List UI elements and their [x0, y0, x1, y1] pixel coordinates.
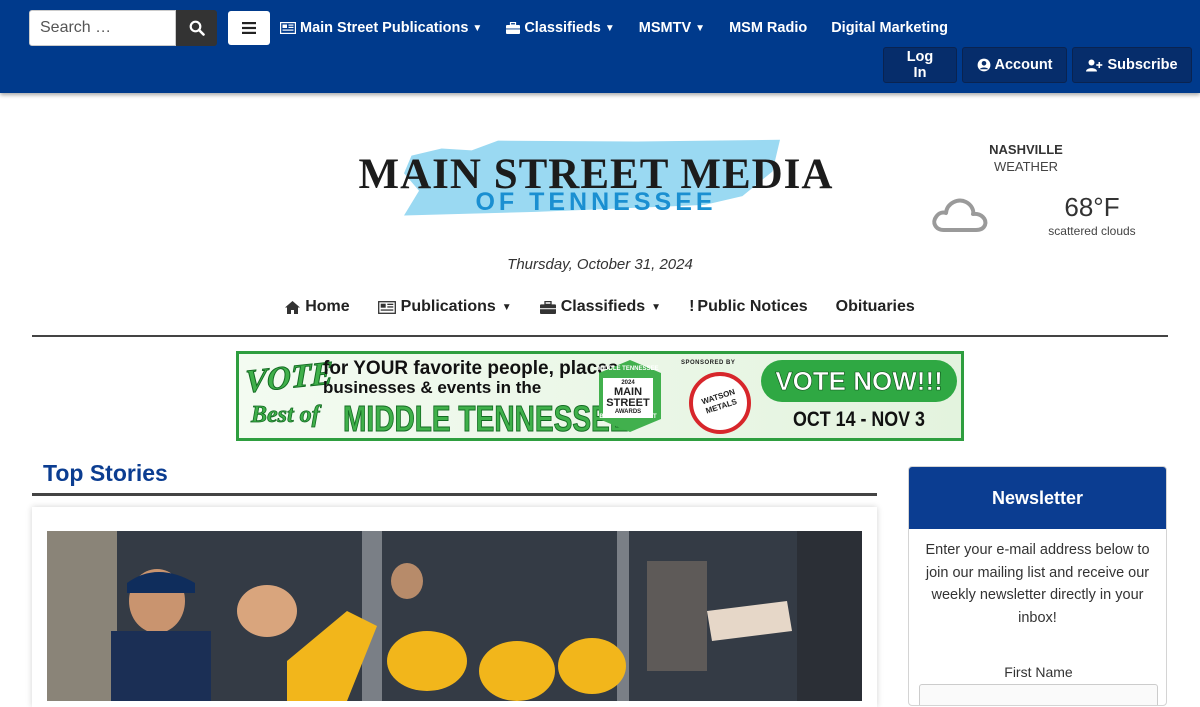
vote-now-button[interactable]: VOTE NOW!!! — [761, 360, 957, 402]
nav-label: Public Notices — [697, 298, 808, 315]
weather-description: scattered clouds — [1048, 224, 1136, 238]
weather-city: NASHVILLE — [989, 142, 1063, 157]
user-plus-icon — [1086, 59, 1103, 72]
banner-best-of: Best of — [251, 402, 320, 429]
top-bar: Main Street Publications ▼ Classifieds ▼… — [0, 0, 1200, 93]
logo-subtitle: OF TENNESSEE — [475, 188, 717, 216]
banner-vote: VOTE — [245, 355, 334, 401]
topnav-label: Digital Marketing — [831, 20, 949, 36]
newspaper-icon — [377, 300, 396, 314]
search-icon — [189, 20, 205, 36]
award-name: MAIN STREET — [606, 386, 650, 409]
top-nav: Main Street Publications ▼ Classifieds ▼… — [280, 18, 972, 38]
exclamation-icon: ! — [689, 298, 695, 315]
nav-divider — [32, 335, 1168, 337]
account-button[interactable]: Account — [962, 47, 1067, 83]
main-nav: Home Publications ▼ Classifieds ▼ ! Publ… — [0, 298, 1200, 316]
current-date: Thursday, October 31, 2024 — [507, 256, 693, 273]
award-top: MIDDLE TENNESSEE — [597, 366, 659, 372]
briefcase-icon — [506, 22, 521, 34]
topnav-main-street-publications[interactable]: Main Street Publications ▼ — [280, 20, 482, 36]
search-button[interactable] — [176, 10, 217, 46]
banner-line1: for YOUR favorite people, places, — [323, 358, 624, 379]
vote-dates: OCT 14 - NOV 3 — [793, 408, 925, 431]
nav-label: Obituaries — [835, 298, 915, 315]
nav-home[interactable]: Home — [285, 298, 350, 316]
nav-obituaries[interactable]: Obituaries — [836, 298, 915, 316]
nav-label: Publications — [400, 298, 496, 315]
subscribe-label: Subscribe — [1107, 57, 1178, 73]
story-image[interactable] — [47, 531, 862, 701]
topnav-label: Main Street Publications — [300, 20, 469, 36]
top-stories-divider — [32, 493, 877, 496]
weather-widget: NASHVILLE WEATHER 68°F scattered clouds — [920, 140, 1160, 250]
topnav-msmtv[interactable]: MSMTV ▼ — [639, 20, 705, 36]
site-logo[interactable]: MAIN STREET MEDIA OF TENNESSEE — [318, 138, 874, 230]
topnav-label: Classifieds — [524, 20, 601, 36]
newsletter-widget: Newsletter Enter your e-mail address bel… — [908, 466, 1167, 706]
newspaper-icon — [280, 22, 296, 34]
sponsor-seal: WATSON METALS — [689, 372, 751, 434]
briefcase-icon — [539, 300, 556, 314]
banner-ad[interactable]: VOTE Best of for YOUR favorite people, p… — [236, 351, 964, 441]
topnav-label: MSMTV — [638, 20, 692, 36]
nav-classifieds[interactable]: Classifieds ▼ — [539, 298, 662, 316]
caret-down-icon: ▼ — [695, 22, 706, 34]
nav-label: Home — [305, 298, 350, 315]
topnav-digital-marketing[interactable]: Digital Marketing — [831, 20, 948, 36]
nav-label: Classifieds — [560, 298, 646, 315]
login-button[interactable]: Log In — [883, 47, 957, 83]
award-best: BEST OF THE BEST — [599, 414, 657, 420]
caret-down-icon: ▼ — [604, 22, 615, 34]
search-form — [29, 10, 217, 46]
topnav-label: MSM Radio — [729, 20, 808, 36]
nav-public-notices[interactable]: ! Public Notices — [689, 298, 808, 316]
weather-label: WEATHER — [993, 159, 1059, 174]
nav-publications[interactable]: Publications ▼ — [377, 298, 512, 316]
newsletter-text: Enter your e-mail address below to join … — [925, 542, 1150, 626]
newsletter-title: Newsletter — [909, 467, 1166, 529]
caret-down-icon: ▼ — [472, 22, 483, 34]
weather-temperature: 68°F — [1064, 192, 1120, 222]
menu-toggle-button[interactable] — [228, 11, 270, 45]
account-label: Account — [994, 57, 1053, 73]
topnav-msm-radio[interactable]: MSM Radio — [729, 20, 807, 36]
search-input[interactable] — [29, 10, 176, 46]
sponsor-name: WATSON METALS — [700, 387, 739, 416]
first-name-label: First Name — [1004, 664, 1073, 680]
caret-down-icon: ▼ — [501, 301, 512, 313]
login-label: Log In — [906, 49, 934, 81]
hamburger-icon — [242, 22, 256, 34]
subscribe-button[interactable]: Subscribe — [1072, 47, 1192, 83]
cloud-icon — [930, 190, 990, 241]
user-circle-icon — [977, 58, 991, 72]
first-name-input[interactable] — [919, 684, 1158, 705]
story-card[interactable] — [32, 507, 877, 707]
banner-region: MIDDLE TENNESSEE — [343, 398, 629, 439]
home-icon — [285, 300, 301, 314]
sponsored-by: SPONSORED BY — [681, 360, 736, 366]
award-badge: MIDDLE TENNESSEE 2024 MAIN STREET AWARDS… — [597, 358, 663, 434]
topnav-classifieds[interactable]: Classifieds ▼ — [506, 20, 615, 36]
top-stories-title: Top Stories — [43, 460, 168, 486]
banner-line2: businesses & events in the — [323, 378, 542, 397]
caret-down-icon: ▼ — [651, 301, 662, 313]
award-name-block: 2024 MAIN STREET AWARDS — [603, 378, 653, 418]
account-actions: Log In Account Subscribe — [883, 47, 1192, 83]
